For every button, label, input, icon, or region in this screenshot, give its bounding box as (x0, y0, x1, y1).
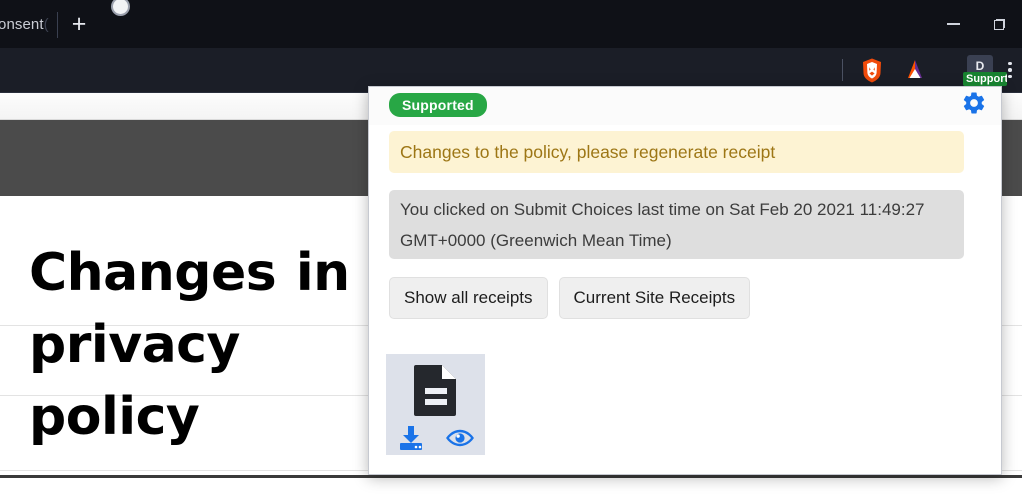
document-icon (412, 361, 460, 418)
window-controls (930, 0, 1022, 48)
gear-icon[interactable] (961, 90, 987, 116)
extension-popup: Supported Changes to the policy, please … (368, 86, 1002, 475)
tab-title[interactable]: onsent( (0, 16, 49, 33)
page-bottom-edge (0, 475, 1022, 478)
receipt-button-row: Show all receipts Current Site Receipts (389, 277, 751, 319)
show-all-receipts-button[interactable]: Show all receipts (389, 277, 548, 319)
tab-title-suffix: ( (43, 16, 49, 33)
eye-icon[interactable] (445, 424, 475, 452)
bat-triangle-icon[interactable] (900, 56, 930, 84)
browser-tab-strip: onsent( + (0, 0, 1022, 49)
extension-icon[interactable]: D Supported (963, 53, 1007, 87)
maximize-button[interactable] (976, 0, 1022, 48)
brave-lion-icon[interactable] (858, 56, 886, 84)
minimize-button[interactable] (930, 0, 976, 48)
menu-dot (1008, 61, 1012, 66)
screenshot-root: Changes in privacy policy onsent( + D Su… (0, 0, 1022, 500)
receipt-card-actions (386, 424, 485, 452)
extension-status-badge: Supported (963, 72, 1007, 86)
tab-title-text: onsent (0, 16, 44, 33)
menu-dot (1008, 68, 1012, 72)
minimize-icon (946, 23, 960, 25)
last-click-info: You clicked on Submit Choices last time … (389, 190, 964, 259)
new-tab-button[interactable]: + (66, 12, 92, 38)
popup-header: Supported (369, 87, 1001, 125)
warning-message: Changes to the policy, please regenerate… (389, 131, 964, 173)
page-title: Changes in privacy policy (29, 243, 350, 447)
tab-separator (57, 12, 58, 38)
current-site-receipts-button[interactable]: Current Site Receipts (558, 277, 751, 319)
download-icon[interactable] (396, 424, 426, 452)
menu-dot (1008, 74, 1012, 79)
toolbar-separator (842, 59, 843, 81)
cursor-drag-indicator (111, 0, 130, 16)
receipt-card[interactable] (386, 354, 485, 455)
status-badge: Supported (389, 93, 487, 117)
restore-icon (993, 18, 1005, 30)
